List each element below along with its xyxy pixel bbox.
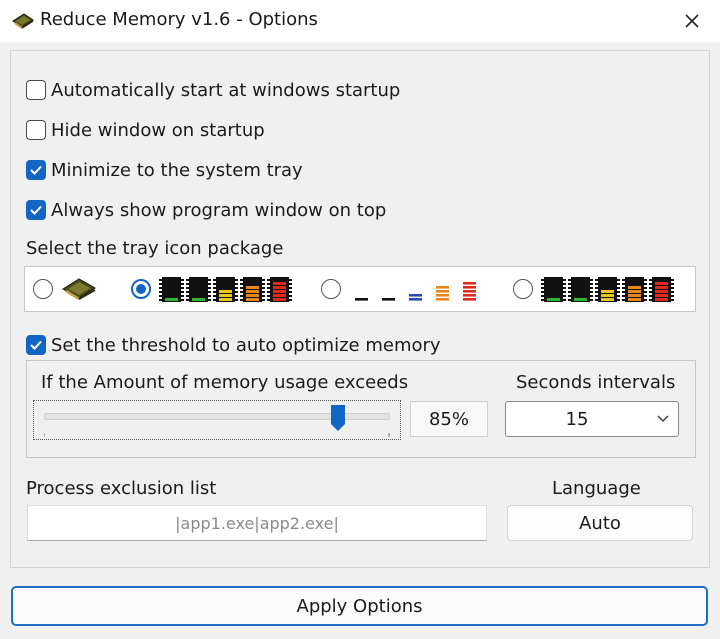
memory-bars-dark-red-icon bbox=[267, 276, 292, 302]
radio-button[interactable] bbox=[131, 279, 151, 299]
radio-button[interactable] bbox=[513, 279, 533, 299]
memory-bars-dark-yellow-icon bbox=[213, 276, 238, 302]
icon-set-dark bbox=[159, 276, 292, 303]
radio-button[interactable] bbox=[321, 279, 341, 299]
memory-bars-light-black-icon bbox=[355, 297, 368, 301]
memory-chip-icon bbox=[12, 13, 34, 29]
checkbox-box[interactable] bbox=[26, 160, 46, 180]
checkmark-icon bbox=[30, 340, 42, 350]
checkbox-box[interactable] bbox=[26, 80, 46, 100]
memory-bars-dark-green-icon bbox=[186, 276, 211, 302]
checkmark-icon bbox=[30, 165, 42, 175]
autostart-checkbox[interactable]: Automatically start at windows startup bbox=[26, 77, 400, 103]
tray-package-option-2[interactable] bbox=[131, 267, 292, 311]
always-on-top-label: Always show program window on top bbox=[51, 199, 387, 221]
memory-threshold-slider[interactable] bbox=[33, 400, 401, 440]
memory-bars-dark-red-icon bbox=[649, 276, 674, 302]
chevron-down-icon bbox=[657, 415, 669, 423]
interval-label: Seconds intervals bbox=[516, 372, 676, 393]
language-label: Language bbox=[552, 478, 641, 499]
memory-bars-dark-green-icon bbox=[568, 276, 593, 302]
memory-bars-dark-green-icon bbox=[541, 276, 566, 302]
title-bar: Reduce Memory v1.6 - Options bbox=[0, 0, 720, 42]
icon-set-dark bbox=[541, 276, 674, 303]
language-button[interactable]: Auto bbox=[507, 505, 693, 541]
seconds-interval-value: 15 bbox=[565, 409, 589, 430]
apply-options-button[interactable]: Apply Options bbox=[11, 586, 708, 626]
threshold-percent-value: 85% bbox=[410, 401, 488, 437]
window-title: Reduce Memory v1.6 - Options bbox=[40, 9, 318, 30]
always-on-top-checkbox[interactable]: Always show program window on top bbox=[26, 197, 386, 223]
icon-set-light bbox=[349, 276, 482, 303]
threshold-label: Set the threshold to auto optimize memor… bbox=[51, 334, 441, 356]
usage-label: If the Amount of memory usage exceeds bbox=[41, 372, 409, 393]
tray-package-option-3[interactable] bbox=[321, 267, 482, 311]
seconds-interval-select[interactable]: 15 bbox=[505, 401, 679, 437]
memory-bars-dark-orange-icon bbox=[622, 276, 647, 302]
slider-ticks bbox=[44, 433, 390, 437]
memory-bars-light-blue-icon bbox=[409, 293, 422, 301]
memory-bars-dark-orange-icon bbox=[240, 276, 265, 302]
memory-bars-dark-green-icon bbox=[159, 276, 184, 302]
tray-package-label: Select the tray icon package bbox=[26, 238, 284, 259]
checkbox-box[interactable] bbox=[26, 200, 46, 220]
hide-on-startup-checkbox[interactable]: Hide window on startup bbox=[26, 117, 265, 143]
minimize-to-tray-checkbox[interactable]: Minimize to the system tray bbox=[26, 157, 303, 183]
hide-on-startup-label: Hide window on startup bbox=[51, 119, 265, 141]
memory-bars-light-red-icon bbox=[463, 281, 476, 301]
slider-thumb[interactable] bbox=[330, 404, 346, 432]
memory-bars-light-black-icon bbox=[382, 297, 395, 301]
tray-package-option-4[interactable] bbox=[513, 267, 674, 311]
radio-button[interactable] bbox=[33, 279, 53, 299]
close-button[interactable] bbox=[672, 4, 712, 38]
tray-package-option-1[interactable] bbox=[33, 267, 97, 311]
threshold-checkbox[interactable]: Set the threshold to auto optimize memor… bbox=[26, 332, 441, 358]
checkmark-icon bbox=[30, 205, 42, 215]
tray-package-group bbox=[24, 266, 696, 312]
memory-chip-icon bbox=[62, 278, 96, 301]
checkbox-box[interactable] bbox=[26, 335, 46, 355]
exclusion-input[interactable] bbox=[27, 505, 487, 541]
checkbox-box[interactable] bbox=[26, 120, 46, 140]
memory-bars-dark-yellow-icon bbox=[595, 276, 620, 302]
autostart-label: Automatically start at windows startup bbox=[51, 79, 401, 101]
memory-bars-light-orange-icon bbox=[436, 285, 449, 301]
minimize-to-tray-label: Minimize to the system tray bbox=[51, 159, 303, 181]
close-icon bbox=[685, 14, 699, 28]
exclusion-label: Process exclusion list bbox=[26, 478, 217, 499]
